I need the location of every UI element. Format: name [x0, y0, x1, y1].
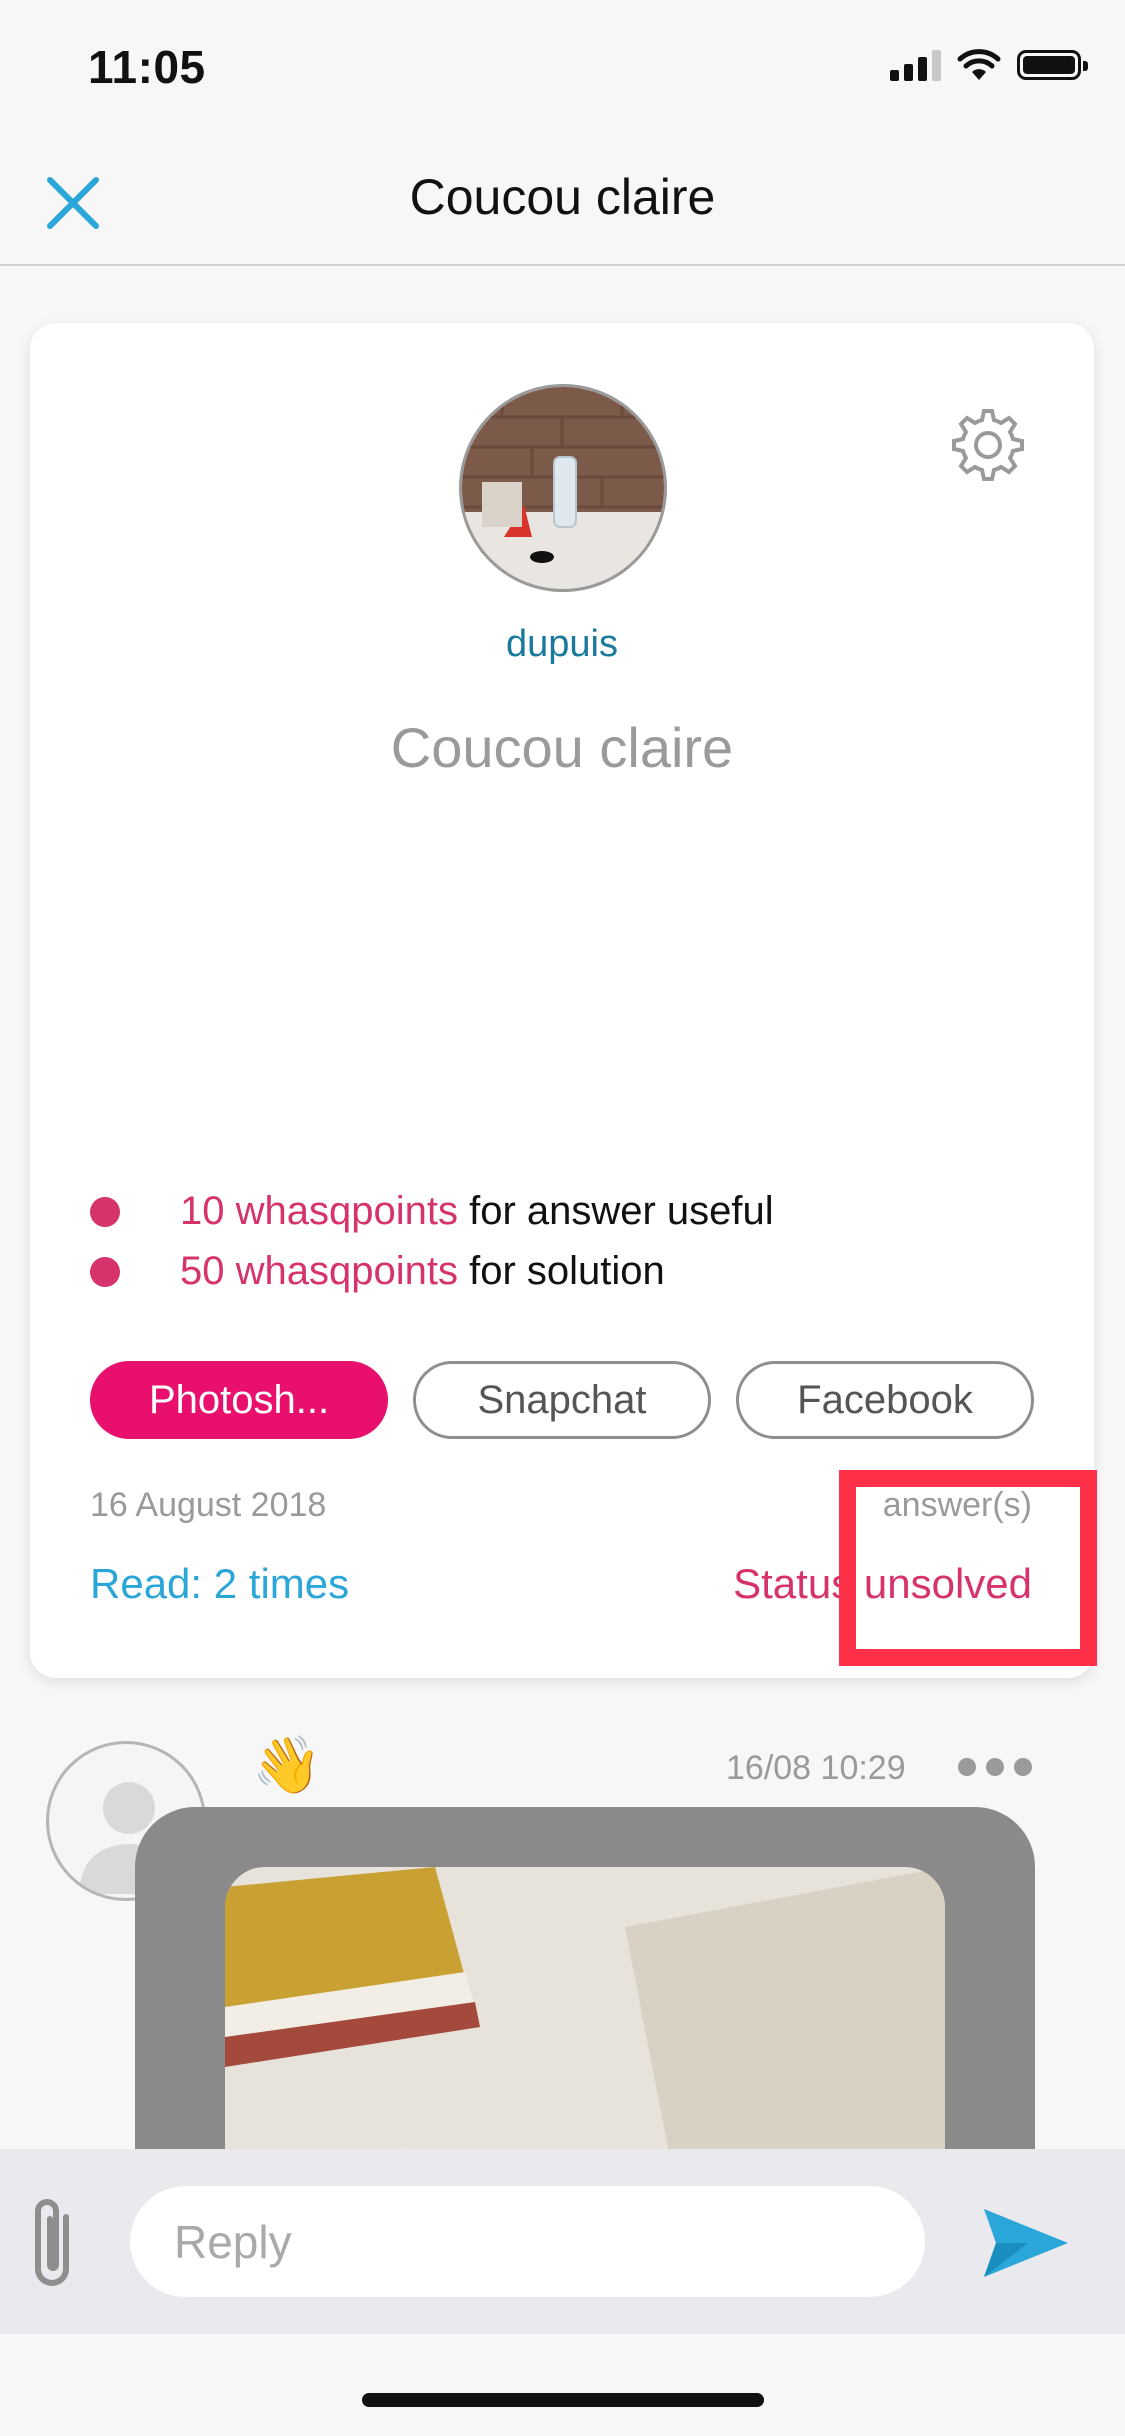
post-date: 16 August 2018: [90, 1486, 327, 1524]
reward-label: for solution: [457, 1249, 665, 1293]
reward-solution: 50 whasqpoints for solution: [90, 1249, 665, 1294]
author-avatar[interactable]: [459, 384, 667, 592]
battery-icon: [1017, 50, 1088, 80]
settings-gear-icon[interactable]: [948, 405, 1028, 485]
message-time: 16/08 10:29: [726, 1749, 906, 1787]
attachment-paperclip-icon[interactable]: [24, 2187, 84, 2297]
reply-input[interactable]: [130, 2186, 925, 2297]
wifi-icon: [957, 49, 1001, 80]
cellular-signal-icon: [890, 49, 941, 81]
page-title: Coucou claire: [409, 169, 716, 225]
status-time: 11:05: [88, 41, 206, 93]
more-options-icon[interactable]: [958, 1758, 1032, 1776]
send-icon[interactable]: [982, 2205, 1070, 2281]
question-title: Coucou claire: [390, 716, 734, 779]
bullet-dot-icon: [90, 1256, 120, 1287]
reward-useful: 10 whasqpoints for answer useful: [90, 1189, 774, 1234]
reward-label: for answer useful: [457, 1189, 774, 1233]
bullet-dot-icon: [90, 1196, 120, 1227]
tag-snapchat[interactable]: Snapchat: [413, 1361, 711, 1439]
nav-bar: Coucou claire: [0, 140, 1125, 266]
status-icons: [890, 48, 1088, 82]
reward-points: 10 whasqpoints: [180, 1189, 458, 1233]
reward-points: 50 whasqpoints: [180, 1249, 458, 1293]
author-username[interactable]: dupuis: [30, 623, 1094, 666]
tag-photoshop[interactable]: Photosh...: [90, 1361, 388, 1439]
highlight-box: [839, 1470, 1097, 1666]
tag-facebook[interactable]: Facebook: [736, 1361, 1034, 1439]
reply-bar: [0, 2149, 1125, 2334]
read-count: Read: 2 times: [90, 1560, 350, 1607]
wave-emoji: 👋: [252, 1733, 322, 1796]
home-indicator: [362, 2393, 764, 2407]
